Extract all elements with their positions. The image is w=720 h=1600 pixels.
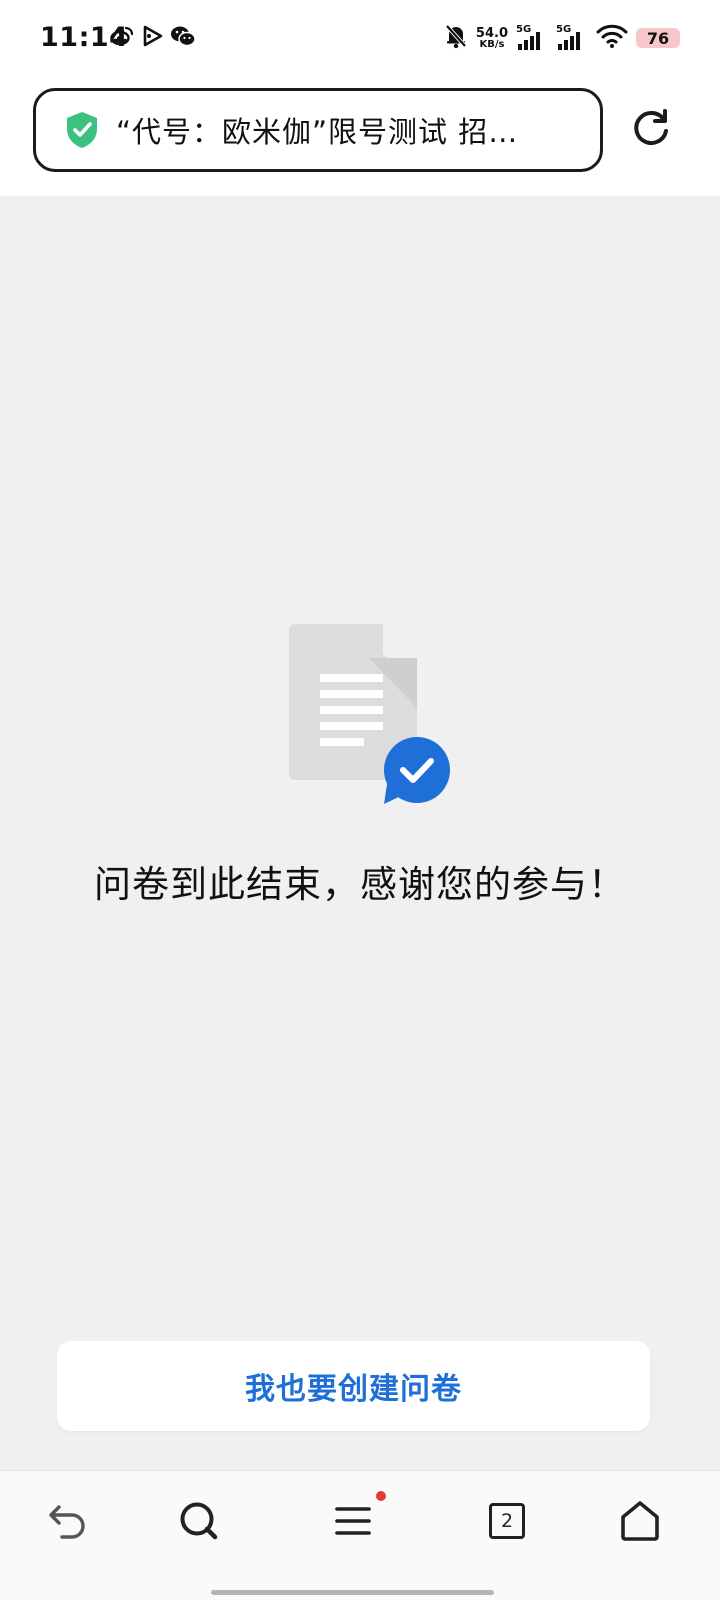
weibo-icon xyxy=(110,24,134,48)
status-bar: 11:14 54.0 KB/s 5G 5G 76 xyxy=(0,0,720,78)
home-indicator[interactable] xyxy=(211,1590,494,1595)
menu-button[interactable] xyxy=(331,1491,386,1543)
back-icon xyxy=(46,1499,90,1543)
wechat-icon xyxy=(170,24,196,48)
bottom-navigation: 2 xyxy=(0,1470,720,1600)
back-button[interactable] xyxy=(46,1499,90,1543)
net-speed-value: 54.0 xyxy=(475,25,508,41)
create-survey-button[interactable]: 我也要创建问卷 xyxy=(57,1341,650,1431)
reload-icon xyxy=(628,109,674,156)
address-bar[interactable]: “代号：欧米伽”限号测试 招… xyxy=(33,88,603,172)
tabs-button[interactable]: 2 xyxy=(485,1499,529,1543)
document-check-icon xyxy=(287,624,457,810)
status-app-icons xyxy=(110,24,196,48)
tabs-icon: 2 xyxy=(489,1503,525,1539)
video-play-icon xyxy=(140,24,164,48)
bell-off-icon xyxy=(444,23,468,53)
sim2-signal-icon: 5G xyxy=(556,24,588,52)
search-icon xyxy=(177,1499,221,1543)
net-speed-unit: KB/s xyxy=(479,38,505,50)
sim1-signal-icon: 5G xyxy=(516,24,548,52)
finish-message: 问卷到此结束，感谢您的参与！ xyxy=(94,863,626,906)
wifi-icon xyxy=(596,23,628,53)
menu-icon xyxy=(331,1499,375,1543)
home-icon xyxy=(618,1499,662,1543)
status-icons: 54.0 KB/s 5G 5G 76 xyxy=(444,22,680,54)
search-button[interactable] xyxy=(177,1499,221,1543)
page-title: “代号：欧米伽”限号测试 招… xyxy=(116,115,519,149)
shield-check-icon xyxy=(64,111,100,149)
reload-button[interactable] xyxy=(628,106,674,152)
page-content: 问卷到此结束，感谢您的参与！ 我也要创建问卷 xyxy=(0,196,720,1470)
home-button[interactable] xyxy=(618,1499,662,1543)
net-speed: 54.0 KB/s xyxy=(476,27,508,50)
browser-toolbar: “代号：欧米伽”限号测试 招… xyxy=(0,78,720,196)
battery-indicator: 76 xyxy=(636,28,680,48)
notification-dot xyxy=(376,1491,386,1501)
